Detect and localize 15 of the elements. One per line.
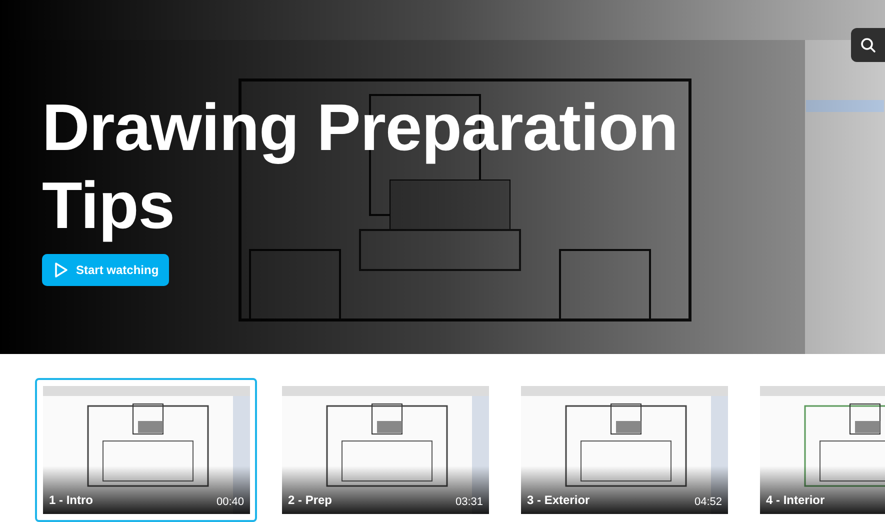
video-duration: 00:40 xyxy=(216,496,244,508)
search-button[interactable] xyxy=(851,28,885,62)
video-title: 3 - Exterior xyxy=(527,493,590,507)
video-title: 2 - Prep xyxy=(288,493,332,507)
video-duration: 04:52 xyxy=(694,496,722,508)
video-card[interactable]: 4 - Interior xyxy=(752,378,885,522)
video-title: 1 - Intro xyxy=(49,493,93,507)
video-duration: 03:31 xyxy=(455,496,483,508)
video-card[interactable]: 2 - Prep 03:31 xyxy=(274,378,496,522)
search-icon xyxy=(860,37,876,53)
video-title: 4 - Interior xyxy=(766,493,825,507)
page-title: Drawing Preparation Tips xyxy=(42,89,679,244)
video-card[interactable]: 3 - Exterior 04:52 xyxy=(513,378,735,522)
video-card[interactable]: 1 - Intro 00:40 xyxy=(35,378,257,522)
play-icon xyxy=(54,262,68,278)
